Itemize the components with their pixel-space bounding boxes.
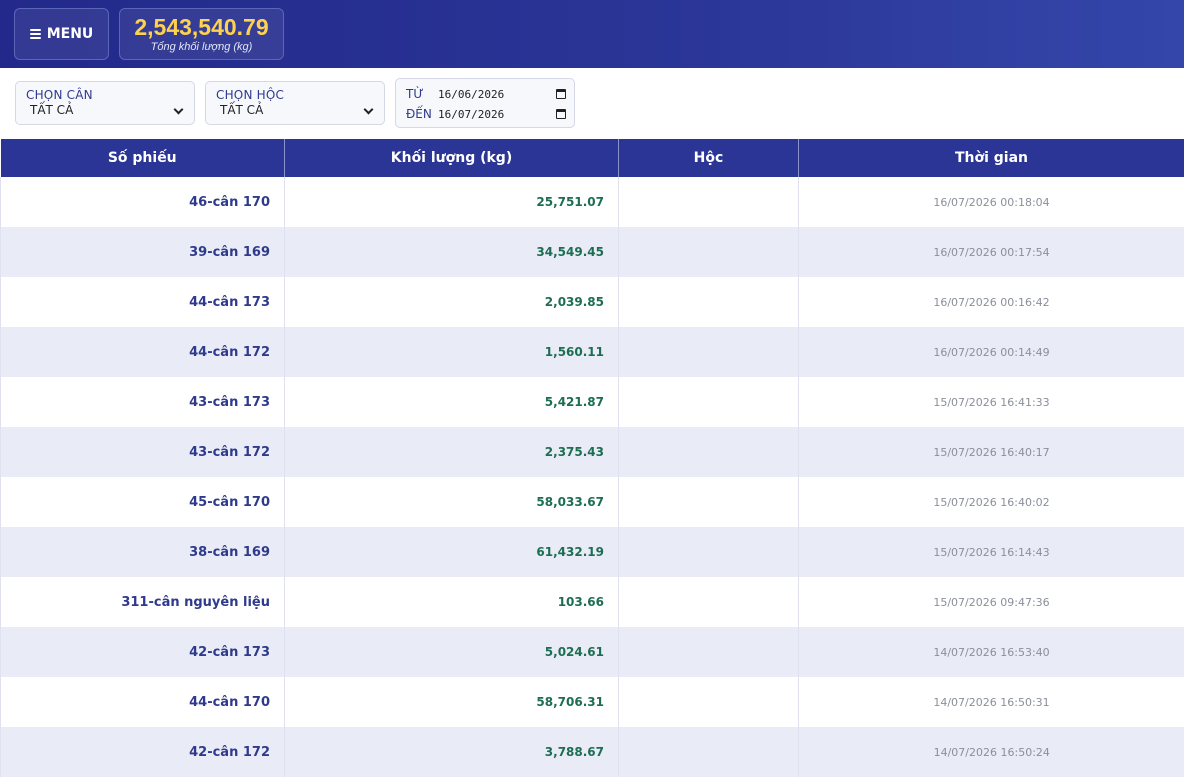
total-weight-label: Tổng khối lượng (kg)	[151, 40, 253, 54]
date-to-field[interactable]: ĐẾN 16/07/2026	[406, 106, 566, 122]
bin-cell	[619, 477, 799, 527]
time-cell: 15/07/2026 16:41:33	[799, 377, 1184, 427]
column-header-ticket[interactable]: Số phiếu	[1, 139, 285, 177]
weight-cell: 5,024.61	[285, 627, 619, 677]
table-row[interactable]: 38-cân 16961,432.19 15/07/2026 16:14:43	[1, 527, 1184, 577]
time-cell: 15/07/2026 16:40:02	[799, 477, 1184, 527]
bin-select-value: TẤT CẢ	[220, 103, 263, 117]
calendar-icon[interactable]	[556, 109, 566, 119]
table-row[interactable]: 44-cân 1732,039.85 16/07/2026 00:16:42	[1, 277, 1184, 327]
weight-cell: 2,039.85	[285, 277, 619, 327]
weighing-table: Số phiếu Khối lượng (kg) Hộc Thời gian 4…	[0, 139, 1184, 777]
ticket-cell: 46-cân 170	[1, 177, 285, 227]
weight-cell: 5,421.87	[285, 377, 619, 427]
bin-select-label: CHỌN HỘC	[216, 88, 284, 102]
ticket-cell: 38-cân 169	[1, 527, 285, 577]
bin-cell	[619, 627, 799, 677]
table-row[interactable]: 311-cân nguyên liệu103.66 15/07/2026 09:4…	[1, 577, 1184, 627]
chevron-down-icon	[174, 105, 184, 115]
weight-cell: 103.66	[285, 577, 619, 627]
table-row[interactable]: 39-cân 16934,549.45 16/07/2026 00:17:54	[1, 227, 1184, 277]
weight-cell: 3,788.67	[285, 727, 619, 777]
hamburger-icon	[30, 29, 41, 39]
bin-cell	[619, 427, 799, 477]
table-row[interactable]: 46-cân 17025,751.07 16/07/2026 00:18:04	[1, 177, 1184, 227]
bin-cell	[619, 527, 799, 577]
weight-cell: 1,560.11	[285, 327, 619, 377]
scale-select-value: TẤT CẢ	[30, 103, 73, 117]
table-row[interactable]: 42-cân 1735,024.61 14/07/2026 16:53:40	[1, 627, 1184, 677]
calendar-icon[interactable]	[556, 89, 566, 99]
total-weight-card: 2,543,540.79 Tổng khối lượng (kg)	[119, 8, 284, 60]
table-row[interactable]: 44-cân 1721,560.11 16/07/2026 00:14:49	[1, 327, 1184, 377]
date-to-value: 16/07/2026	[438, 108, 556, 121]
bin-cell	[619, 177, 799, 227]
ticket-cell: 45-cân 170	[1, 477, 285, 527]
bin-cell	[619, 677, 799, 727]
table-row[interactable]: 44-cân 17058,706.31 14/07/2026 16:50:31	[1, 677, 1184, 727]
ticket-cell: 311-cân nguyên liệu	[1, 577, 285, 627]
time-cell: 16/07/2026 00:16:42	[799, 277, 1184, 327]
scale-select-label: CHỌN CÂN	[26, 88, 93, 102]
ticket-cell: 44-cân 173	[1, 277, 285, 327]
bin-cell	[619, 577, 799, 627]
bin-cell	[619, 327, 799, 377]
date-range-filter: TỪ 16/06/2026 ĐẾN 16/07/2026	[395, 78, 575, 128]
bin-select[interactable]: CHỌN HỘC TẤT CẢ	[205, 81, 385, 125]
ticket-cell: 42-cân 172	[1, 727, 285, 777]
time-cell: 16/07/2026 00:18:04	[799, 177, 1184, 227]
table-row[interactable]: 43-cân 1722,375.43 15/07/2026 16:40:17	[1, 427, 1184, 477]
ticket-cell: 42-cân 173	[1, 627, 285, 677]
ticket-cell: 43-cân 172	[1, 427, 285, 477]
total-weight-value: 2,543,540.79	[134, 14, 268, 40]
top-bar: MENU 2,543,540.79 Tổng khối lượng (kg)	[0, 0, 1184, 68]
chevron-down-icon	[364, 105, 374, 115]
ticket-cell: 44-cân 172	[1, 327, 285, 377]
weight-cell: 58,033.67	[285, 477, 619, 527]
time-cell: 16/07/2026 00:14:49	[799, 327, 1184, 377]
scale-select[interactable]: CHỌN CÂN TẤT CẢ	[15, 81, 195, 125]
bin-cell	[619, 227, 799, 277]
ticket-cell: 44-cân 170	[1, 677, 285, 727]
table-body: 46-cân 17025,751.0716/07/2026 00:18:0439…	[1, 177, 1184, 777]
weight-cell: 61,432.19	[285, 527, 619, 577]
ticket-cell: 39-cân 169	[1, 227, 285, 277]
date-from-label: TỪ	[406, 87, 438, 101]
bin-cell	[619, 377, 799, 427]
time-cell: 16/07/2026 00:17:54	[799, 227, 1184, 277]
menu-button[interactable]: MENU	[14, 8, 109, 60]
table-row[interactable]: 45-cân 17058,033.67 15/07/2026 16:40:02	[1, 477, 1184, 527]
weight-cell: 2,375.43	[285, 427, 619, 477]
time-cell: 15/07/2026 09:47:36	[799, 577, 1184, 627]
menu-button-label: MENU	[47, 26, 94, 42]
date-to-label: ĐẾN	[406, 107, 438, 121]
time-cell: 14/07/2026 16:50:24	[799, 727, 1184, 777]
date-from-field[interactable]: TỪ 16/06/2026	[406, 86, 566, 102]
time-cell: 15/07/2026 16:40:17	[799, 427, 1184, 477]
bin-cell	[619, 277, 799, 327]
table-header-row: Số phiếu Khối lượng (kg) Hộc Thời gian	[1, 139, 1184, 177]
table-row[interactable]: 42-cân 1723,788.67 14/07/2026 16:50:24	[1, 727, 1184, 777]
weight-cell: 58,706.31	[285, 677, 619, 727]
bin-cell	[619, 727, 799, 777]
time-cell: 15/07/2026 16:14:43	[799, 527, 1184, 577]
weight-cell: 34,549.45	[285, 227, 619, 277]
column-header-bin[interactable]: Hộc	[619, 139, 799, 177]
ticket-cell: 43-cân 173	[1, 377, 285, 427]
weight-cell: 25,751.07	[285, 177, 619, 227]
column-header-weight[interactable]: Khối lượng (kg)	[285, 139, 619, 177]
time-cell: 14/07/2026 16:53:40	[799, 627, 1184, 677]
date-from-value: 16/06/2026	[438, 88, 556, 101]
time-cell: 14/07/2026 16:50:31	[799, 677, 1184, 727]
table-row[interactable]: 43-cân 1735,421.87 15/07/2026 16:41:33	[1, 377, 1184, 427]
column-header-time[interactable]: Thời gian	[799, 139, 1184, 177]
